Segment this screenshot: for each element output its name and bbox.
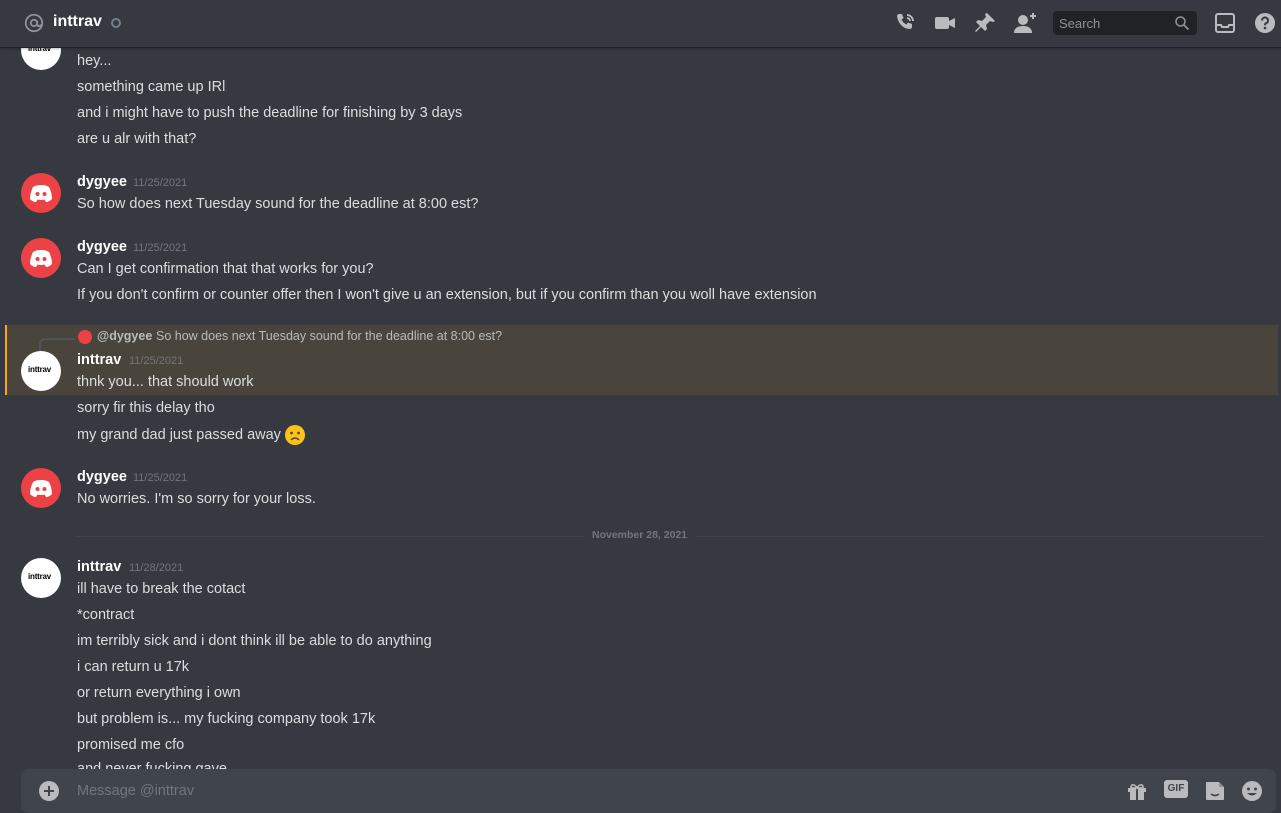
add-attachment-icon[interactable] (39, 781, 59, 801)
message-text: thnk you... that should work (77, 374, 254, 390)
message-list: inttrav hey... something came up IRl and… (0, 48, 1281, 769)
reply-preview-text[interactable]: So how does next Tuesday sound for the d… (156, 329, 502, 343)
message-text: No worries. I'm so sorry for your loss. (77, 491, 316, 507)
avatar-label: inttrav (28, 48, 52, 53)
message-text: my grand dad just passed away (77, 426, 281, 443)
add-friend-icon[interactable] (1013, 11, 1037, 35)
timestamp: 11/25/2021 (133, 177, 188, 189)
message-text: *contract (77, 607, 135, 623)
at-icon (24, 13, 44, 33)
search-box[interactable]: Search (1053, 11, 1197, 35)
channel-name: inttrav (53, 13, 102, 30)
avatar[interactable]: inttrav (21, 351, 61, 391)
message-text: promised me cfo (77, 737, 185, 753)
gift-icon[interactable] (1125, 779, 1149, 803)
voice-call-icon[interactable] (893, 11, 917, 35)
avatar[interactable]: inttrav (21, 48, 61, 70)
timestamp: 11/25/2021 (133, 472, 188, 484)
message-line: my grand dad just passed away (77, 424, 306, 446)
username[interactable]: inttrav (77, 559, 121, 575)
video-call-icon[interactable] (933, 11, 957, 35)
avatar-label: inttrav (28, 365, 52, 374)
message-text: but problem is... my fucking company too… (77, 711, 376, 727)
sticker-icon[interactable] (1203, 779, 1227, 803)
gif-icon[interactable]: GIF (1164, 780, 1188, 798)
emoji-icon[interactable] (1240, 779, 1264, 803)
message-text: something came up IRl (77, 79, 226, 95)
message-text: and never fucking gave (77, 761, 227, 769)
username[interactable]: dygyee (77, 239, 127, 255)
username[interactable]: dygyee (77, 469, 127, 485)
reply-username[interactable]: @dygyee (97, 329, 152, 343)
timestamp: 11/25/2021 (133, 242, 188, 254)
discord-logo-icon (30, 250, 52, 267)
message-text: If you don't confirm or counter offer th… (77, 287, 817, 303)
username[interactable]: inttrav (77, 352, 121, 368)
reply-avatar[interactable] (78, 330, 92, 344)
message-text: sorry fir this delay tho (77, 400, 215, 416)
message-text: ill have to break the cotact (77, 581, 246, 597)
reply-connector (39, 338, 75, 352)
timestamp: 11/28/2021 (129, 562, 184, 574)
username[interactable]: dygyee (77, 174, 127, 190)
timestamp: 11/25/2021 (129, 355, 184, 367)
discord-logo-icon (30, 480, 52, 497)
message-text: im terribly sick and i dont think ill be… (77, 633, 432, 649)
avatar-label: inttrav (28, 572, 52, 581)
message-text: So how does next Tuesday sound for the d… (77, 196, 479, 212)
avatar[interactable] (21, 173, 61, 213)
message-text: Can I get confirmation that that works f… (77, 261, 374, 277)
message-text: and i might have to push the deadline fo… (77, 105, 463, 121)
discord-logo-icon (30, 185, 52, 202)
avatar[interactable]: inttrav (21, 558, 61, 598)
message-text: or return everything i own (77, 685, 241, 701)
message-text: i can return u 17k (77, 659, 190, 675)
message-text: are u alr with that? (77, 131, 197, 147)
inbox-icon[interactable] (1213, 11, 1237, 35)
channel-header: inttrav Search (0, 0, 1281, 48)
message-input[interactable]: Message @inttrav (77, 783, 194, 799)
message-composer[interactable]: Message @inttrav GIF (21, 769, 1276, 813)
help-icon[interactable] (1253, 11, 1277, 35)
sad-face-emoji[interactable] (284, 424, 306, 446)
status-icon (111, 18, 121, 28)
date-divider-label: November 28, 2021 (584, 529, 696, 541)
search-placeholder: Search (1059, 16, 1101, 31)
pin-icon[interactable] (973, 11, 997, 35)
search-icon (1175, 16, 1190, 31)
avatar[interactable] (21, 468, 61, 508)
message-text: hey... (77, 53, 112, 69)
avatar[interactable] (21, 238, 61, 278)
